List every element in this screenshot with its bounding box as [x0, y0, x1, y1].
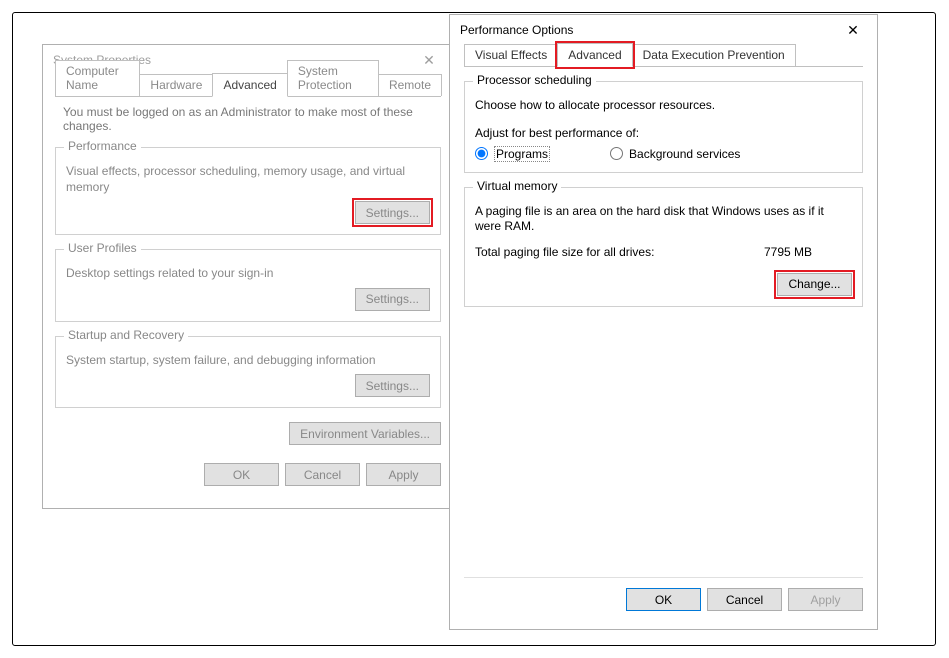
group-performance: Performance Visual effects, processor sc… — [55, 147, 441, 235]
radio-background-services[interactable]: Background services — [610, 147, 740, 161]
processor-desc: Choose how to allocate processor resourc… — [475, 98, 852, 114]
group-title: Startup and Recovery — [64, 328, 188, 342]
vm-desc: A paging file is an area on the hard dis… — [475, 204, 852, 235]
cancel-button[interactable]: Cancel — [707, 588, 782, 611]
cancel-button[interactable]: Cancel — [285, 463, 360, 486]
group-processor-scheduling: Processor scheduling Choose how to alloc… — [464, 81, 863, 173]
ok-button[interactable]: OK — [626, 588, 701, 611]
group-title: Processor scheduling — [473, 73, 596, 87]
radio-programs[interactable]: Programs — [475, 146, 550, 162]
close-icon[interactable]: ✕ — [835, 16, 871, 44]
performance-desc: Visual effects, processor scheduling, me… — [66, 164, 430, 195]
radio-services-input[interactable] — [610, 147, 623, 160]
dialog-actions: OK Cancel Apply — [464, 577, 863, 611]
environment-variables-button[interactable]: Environment Variables... — [289, 422, 441, 445]
radio-programs-label: Programs — [494, 146, 550, 162]
change-button[interactable]: Change... — [777, 273, 852, 296]
vm-total-label: Total paging file size for all drives: — [475, 245, 654, 259]
performance-options-window: Performance Options ✕ Visual Effects Adv… — [449, 14, 878, 630]
tabs: Visual Effects Advanced Data Execution P… — [464, 45, 863, 67]
tab-advanced[interactable]: Advanced — [212, 73, 287, 97]
adjust-label: Adjust for best performance of: — [475, 126, 852, 140]
window-title: Performance Options — [460, 23, 573, 37]
group-title: User Profiles — [64, 241, 141, 255]
tab-system-protection[interactable]: System Protection — [287, 60, 379, 96]
system-properties-window: System Properties ✕ Computer Name Hardwa… — [42, 44, 454, 509]
ok-button[interactable]: OK — [204, 463, 279, 486]
radio-services-label: Background services — [629, 147, 740, 161]
startup-desc: System startup, system failure, and debu… — [66, 353, 430, 369]
tab-hardware[interactable]: Hardware — [139, 74, 213, 96]
close-icon[interactable]: ✕ — [411, 46, 447, 74]
admin-note: You must be logged on as an Administrato… — [63, 105, 441, 133]
group-title: Virtual memory — [473, 179, 561, 193]
user-profiles-desc: Desktop settings related to your sign-in — [66, 266, 430, 282]
user-profiles-settings-button[interactable]: Settings... — [355, 288, 430, 311]
tab-remote[interactable]: Remote — [378, 74, 442, 96]
apply-button[interactable]: Apply — [788, 588, 863, 611]
tab-visual-effects[interactable]: Visual Effects — [464, 44, 558, 66]
apply-button[interactable]: Apply — [366, 463, 441, 486]
titlebar[interactable]: Performance Options ✕ — [450, 15, 877, 45]
radio-programs-input[interactable] — [475, 147, 488, 160]
startup-settings-button[interactable]: Settings... — [355, 374, 430, 397]
group-startup-recovery: Startup and Recovery System startup, sys… — [55, 336, 441, 409]
vm-total-value: 7795 MB — [764, 245, 812, 259]
tabs: Computer Name Hardware Advanced System P… — [55, 75, 441, 97]
group-user-profiles: User Profiles Desktop settings related t… — [55, 249, 441, 322]
tab-computer-name[interactable]: Computer Name — [55, 60, 140, 96]
tab-dep[interactable]: Data Execution Prevention — [632, 44, 796, 66]
group-virtual-memory: Virtual memory A paging file is an area … — [464, 187, 863, 307]
group-title: Performance — [64, 139, 141, 153]
performance-settings-button[interactable]: Settings... — [355, 201, 430, 224]
dialog-actions: OK Cancel Apply — [55, 453, 441, 486]
tab-advanced[interactable]: Advanced — [557, 43, 632, 67]
